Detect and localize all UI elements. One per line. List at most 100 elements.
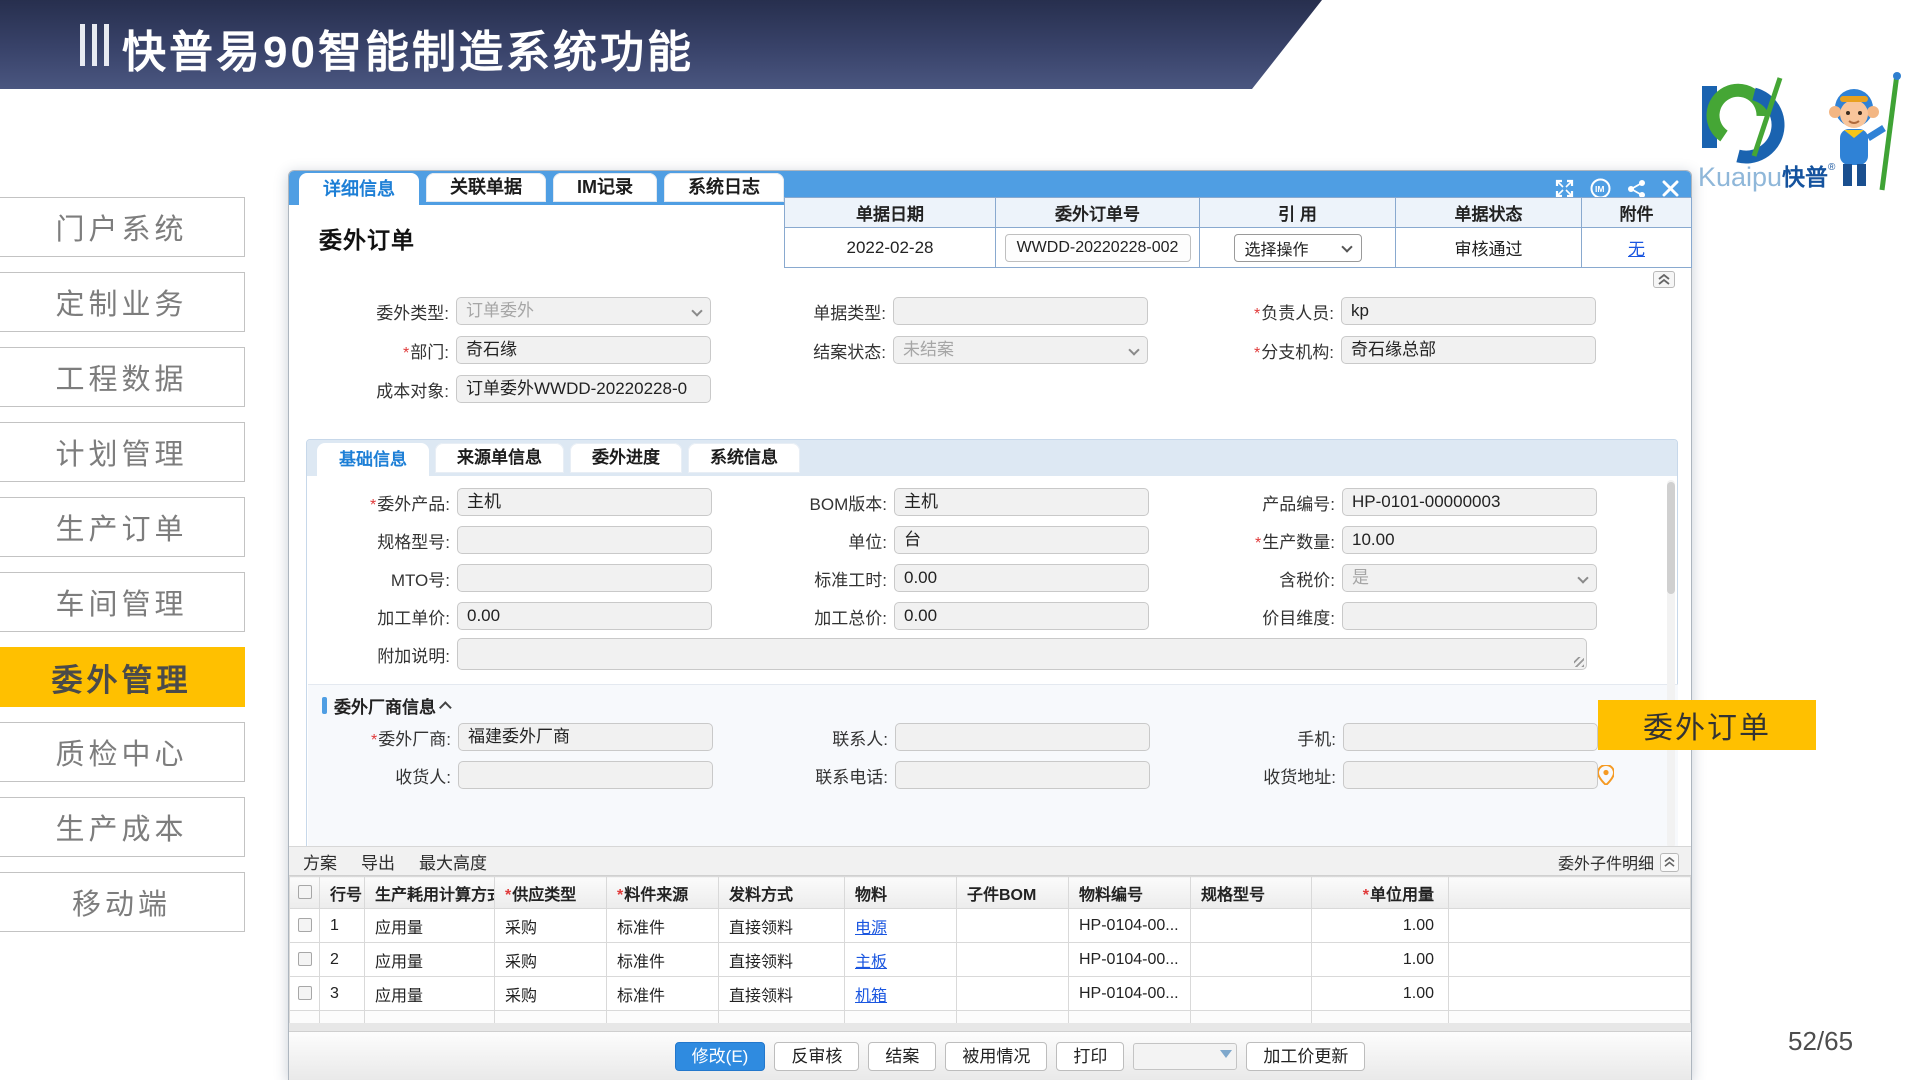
sidebar-item-planning[interactable]: 计划管理	[0, 422, 245, 482]
bom-input[interactable]: 主机	[894, 488, 1149, 516]
field-vendor: *委外厂商: 福建委外厂商	[295, 723, 713, 751]
tab-system-log[interactable]: 系统日志	[664, 173, 784, 202]
fullscreen-icon[interactable]	[1555, 179, 1574, 198]
svg-text:Kuaipu: Kuaipu	[1698, 162, 1782, 192]
panel-scrollbar[interactable]	[1667, 480, 1675, 848]
order-no-field[interactable]: WWDD-20220228-002	[1005, 234, 1191, 262]
wx-type-select[interactable]: 订单委外	[456, 297, 711, 325]
unapprove-button[interactable]: 反审核	[774, 1042, 859, 1071]
tax-price-select[interactable]: 是	[1342, 564, 1597, 592]
spec-input[interactable]	[457, 526, 712, 554]
col-material-code: 物料编号	[1069, 877, 1191, 909]
vendor-section: 委外厂商信息 *委外厂商: 福建委外厂商 联系人: 手机: 收货人: 联系电话:	[308, 684, 1678, 851]
im-icon[interactable]: IM	[1590, 178, 1611, 199]
dept-input[interactable]: 奇石缘	[456, 336, 711, 364]
close-status-select[interactable]: 未结案	[893, 336, 1148, 364]
toolbar-max-height[interactable]: 最大高度	[419, 849, 487, 874]
sidebar-item-outsourcing[interactable]: 委外管理	[0, 647, 245, 707]
sidebar-item-portal[interactable]: 门户系统	[0, 197, 245, 257]
close-icon[interactable]	[1662, 180, 1679, 197]
sidebar-item-cost[interactable]: 生产成本	[0, 797, 245, 857]
subitem-grid: 行号 生产耗用计算方式 *供应类型 *料件来源 发料方式 物料 子件BOM 物料…	[289, 876, 1691, 1024]
usage-status-button[interactable]: 被用情况	[945, 1042, 1047, 1071]
close-case-button[interactable]: 结案	[868, 1042, 936, 1071]
subtab-progress[interactable]: 委外进度	[570, 443, 682, 473]
branch-input[interactable]: 奇石缘总部	[1341, 336, 1596, 364]
doc-type-input[interactable]	[893, 297, 1148, 325]
subtab-system-info[interactable]: 系统信息	[688, 443, 800, 473]
note-textarea[interactable]	[457, 638, 1587, 670]
product-input[interactable]: 主机	[457, 488, 712, 516]
address-input[interactable]	[1343, 761, 1598, 789]
hdr-col-attachment: 附件	[1582, 198, 1692, 228]
tab-im-record[interactable]: IM记录	[553, 173, 657, 202]
field-contact: 联系人:	[732, 723, 1150, 751]
chevron-up-icon[interactable]	[439, 701, 452, 714]
field-tel: 联系电话:	[732, 761, 1150, 789]
field-mobile: 手机:	[1180, 723, 1598, 751]
unit-input[interactable]: 台	[894, 526, 1149, 554]
mto-input[interactable]	[457, 564, 712, 592]
section-marker	[322, 697, 327, 714]
share-icon[interactable]	[1627, 179, 1646, 198]
subtab-basic-info[interactable]: 基础信息	[317, 443, 429, 476]
subtab-source-doc[interactable]: 来源单信息	[435, 443, 564, 473]
sidebar-item-engineering[interactable]: 工程数据	[0, 347, 245, 407]
resize-grip[interactable]	[1574, 657, 1584, 667]
owner-input[interactable]: kp	[1341, 297, 1596, 325]
prod-no-input[interactable]: HP-0101-00000003	[1342, 488, 1597, 516]
field-unit-price: 加工单价: 0.00	[294, 602, 712, 630]
std-hours-input[interactable]: 0.00	[894, 564, 1149, 592]
unit-price-input[interactable]: 0.00	[457, 602, 712, 630]
grid-collapse-button[interactable]	[1660, 853, 1679, 872]
footer-toolbar: 修改(E) 反审核 结案 被用情况 打印 加工价更新	[289, 1031, 1691, 1080]
col-line-no: 行号	[320, 877, 365, 909]
field-branch: *分支机构: 奇石缘总部	[1178, 336, 1596, 364]
sidebar-item-production-order[interactable]: 生产订单	[0, 497, 245, 557]
cost-obj-input[interactable]: 订单委外WWDD-20220228-0	[456, 375, 711, 403]
grid-horizontal-scrollbar[interactable]	[289, 1023, 1691, 1031]
material-link[interactable]: 主板	[855, 954, 887, 971]
print-button[interactable]: 打印	[1056, 1042, 1124, 1071]
form-collapse-button[interactable]	[1653, 271, 1675, 288]
col-issue-method: 发料方式	[719, 877, 845, 909]
dropdown-arrow-icon	[1220, 1050, 1232, 1058]
tel-input[interactable]	[895, 761, 1150, 789]
modify-button[interactable]: 修改(E)	[675, 1042, 766, 1071]
field-product: *委外产品: 主机	[294, 488, 712, 516]
tab-related-docs[interactable]: 关联单据	[426, 173, 546, 202]
toolbar-scheme[interactable]: 方案	[303, 849, 337, 874]
sidebar-item-custom[interactable]: 定制业务	[0, 272, 245, 332]
total-price-input[interactable]: 0.00	[894, 602, 1149, 630]
vendor-input[interactable]: 福建委外厂商	[458, 723, 713, 751]
quote-select[interactable]: 选择操作	[1234, 234, 1362, 262]
col-unit-usage: *单位用量	[1312, 877, 1449, 909]
toolbar-export[interactable]: 导出	[361, 849, 395, 874]
contact-input[interactable]	[895, 723, 1150, 751]
sidebar-item-mobile[interactable]: 移动端	[0, 872, 245, 932]
row-checkbox[interactable]	[298, 918, 312, 932]
material-link[interactable]: 电源	[855, 920, 887, 937]
select-all-checkbox[interactable]	[298, 885, 312, 899]
field-qty: *生产数量: 10.00	[1179, 526, 1597, 554]
attachment-link[interactable]: 无	[1628, 240, 1645, 259]
col-spec: 规格型号	[1191, 877, 1312, 909]
update-process-price-button[interactable]: 加工价更新	[1246, 1042, 1365, 1071]
receiver-input[interactable]	[458, 761, 713, 789]
svg-text:®: ®	[1828, 162, 1836, 173]
col-trailing	[1449, 877, 1691, 909]
page-number: 52/65	[1788, 1026, 1853, 1057]
subtab-bar: 基础信息 来源单信息 委外进度 系统信息	[307, 440, 1677, 476]
sidebar-item-quality[interactable]: 质检中心	[0, 722, 245, 782]
material-link[interactable]: 机箱	[855, 988, 887, 1005]
price-dim-input[interactable]	[1342, 602, 1597, 630]
qty-input[interactable]: 10.00	[1342, 526, 1597, 554]
row-checkbox[interactable]	[298, 986, 312, 1000]
tab-detail-info[interactable]: 详细信息	[299, 173, 419, 205]
location-pin-icon[interactable]	[1598, 765, 1614, 785]
field-cost-obj: 成本对象: 订单委外WWDD-20220228-0	[293, 375, 711, 403]
mobile-input[interactable]	[1343, 723, 1598, 751]
row-checkbox[interactable]	[298, 952, 312, 966]
sidebar-item-workshop[interactable]: 车间管理	[0, 572, 245, 632]
footer-dropdown[interactable]	[1133, 1043, 1237, 1070]
